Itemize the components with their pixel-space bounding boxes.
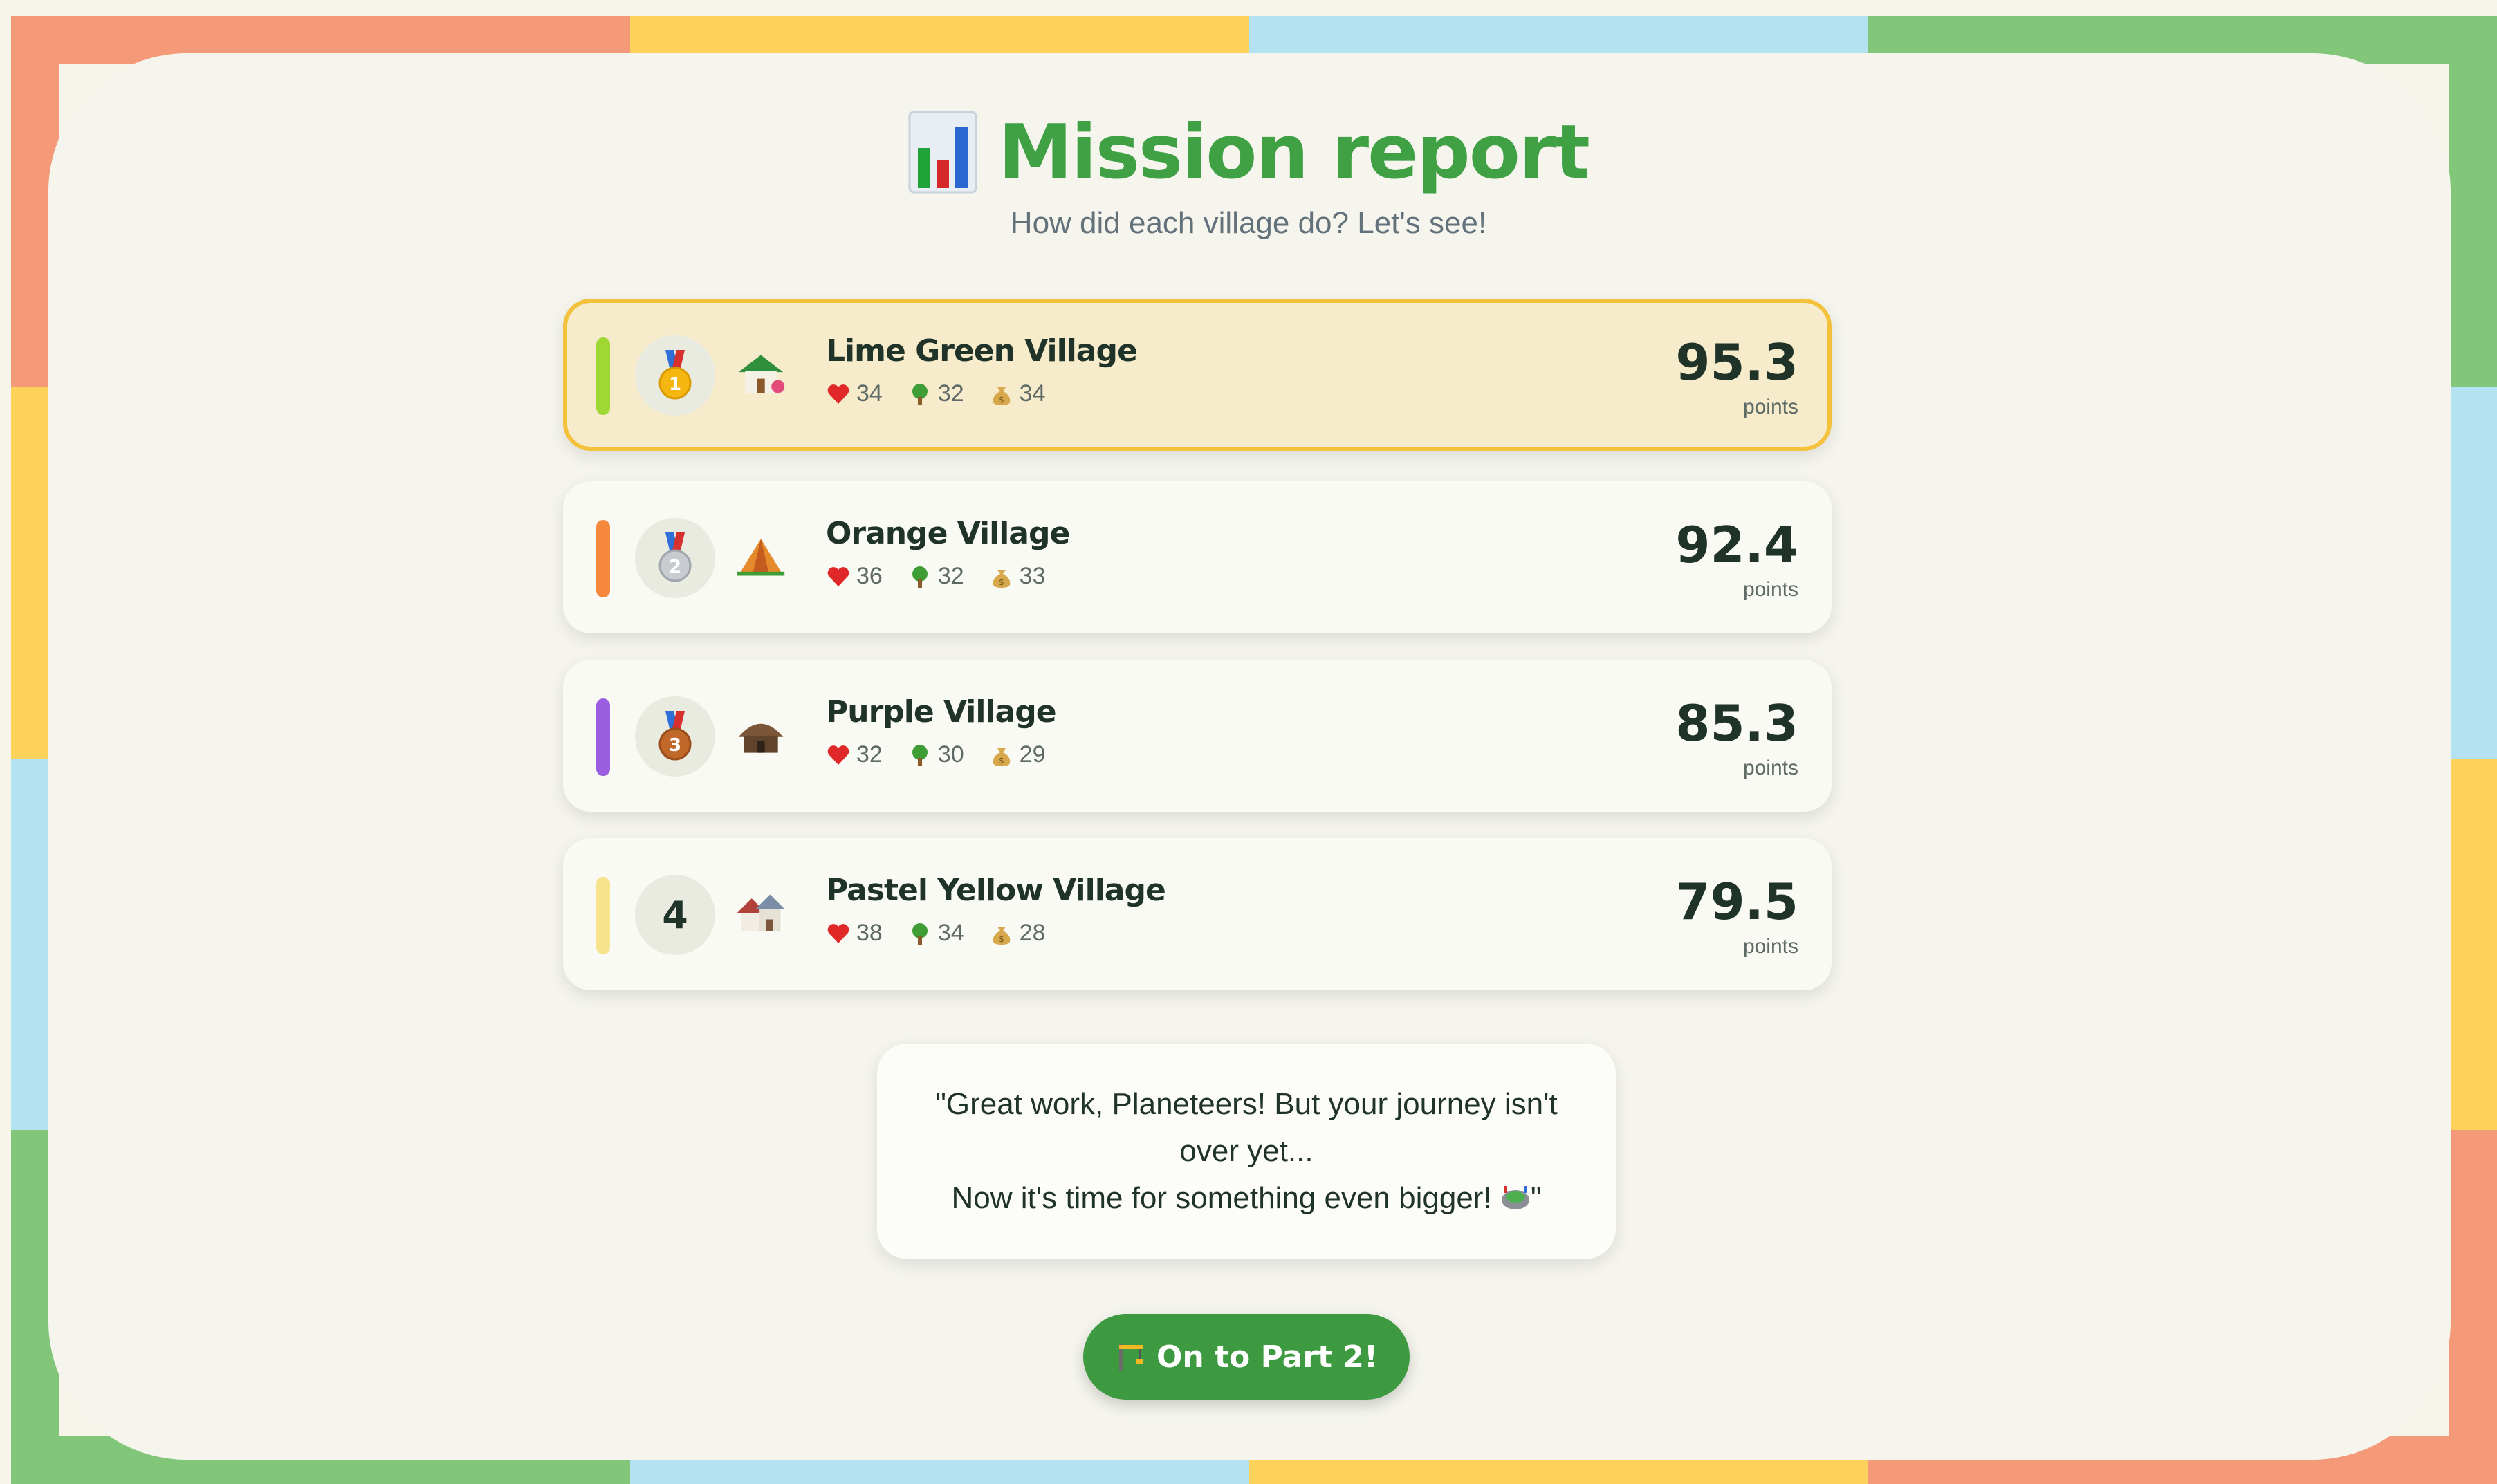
- village-color-bar: [596, 337, 610, 415]
- hearts-stat: 34: [826, 380, 883, 407]
- heart-icon: [827, 566, 849, 586]
- quote-end-mark: ": [1530, 1181, 1542, 1215]
- village-name: Pastel Yellow Village: [826, 873, 1166, 908]
- money-bag-icon: $: [993, 748, 1010, 766]
- next-part-label: On to Part 2!: [1156, 1339, 1379, 1375]
- village-stats: 38 34 $ 28: [826, 920, 1045, 947]
- svg-text:$: $: [999, 934, 1004, 944]
- village-color-bar: [596, 698, 610, 776]
- svg-text:$: $: [999, 756, 1004, 766]
- village-name: Purple Village: [826, 694, 1057, 730]
- quote-line-2: Now it's time for something even bigger!…: [951, 1175, 1541, 1222]
- rank-badge: 4: [635, 875, 715, 955]
- tent-icon: [737, 539, 785, 576]
- hearts-value: 34: [856, 380, 883, 407]
- village-score: 85.3: [1675, 694, 1798, 752]
- village-score: 79.5: [1675, 873, 1798, 931]
- rank-badge: 1: [635, 335, 715, 416]
- trees-stat: 34: [907, 920, 964, 947]
- hut-icon: [738, 723, 784, 753]
- stadium-icon: [1501, 1186, 1529, 1209]
- svg-text:$: $: [999, 577, 1004, 587]
- money-stat: $ 28: [989, 920, 1046, 947]
- village-stats: 36 32 $ 33: [826, 563, 1045, 590]
- hearts-stat: 38: [826, 920, 883, 947]
- hearts-value: 32: [856, 741, 883, 768]
- next-part-button[interactable]: On to Part 2!: [1083, 1314, 1410, 1400]
- houses-icon: [737, 894, 785, 931]
- rank-badge: 2: [635, 518, 715, 598]
- quote-line-2-text: Now it's time for something even bigger!: [951, 1181, 1492, 1215]
- hearts-value: 36: [856, 563, 883, 589]
- svg-text:3: 3: [669, 735, 681, 756]
- svg-text:2: 2: [669, 557, 681, 577]
- village-name: Lime Green Village: [826, 333, 1138, 369]
- heart-icon: [827, 923, 849, 943]
- tree-icon: [912, 566, 928, 588]
- trees-stat: 32: [907, 563, 964, 590]
- village-color-bar: [596, 520, 610, 597]
- frame-segment: [2449, 1130, 2497, 1484]
- quote-line-1: "Great work, Planeteers! But your journe…: [935, 1087, 1558, 1168]
- trees-value: 32: [937, 563, 964, 589]
- gold-medal-icon: 1: [658, 350, 692, 400]
- money-value: 33: [1019, 563, 1046, 589]
- rank-number: 4: [662, 893, 688, 937]
- tree-icon: [912, 383, 928, 405]
- score-unit: points: [1742, 757, 1798, 779]
- village-row-4: 4 Pastel Yellow Village 38 34 $ 28 79.5 …: [563, 838, 1832, 990]
- trees-value: 32: [937, 380, 964, 407]
- village-color-bar: [596, 877, 610, 954]
- village-stats: 34 32 $ 34: [826, 380, 1045, 407]
- frame-segment: [2449, 759, 2497, 1130]
- heart-icon: [827, 745, 849, 765]
- village-row-1: 1 Lime Green Village 34 32 $ 34 95.3 poi…: [563, 299, 1832, 451]
- village-stats: 32 30 $ 29: [826, 741, 1045, 768]
- village-row-3: 3 Purple Village 32 30 $ 29 85.3 points: [563, 660, 1832, 812]
- money-value: 28: [1019, 920, 1046, 946]
- svg-text:$: $: [999, 395, 1004, 405]
- money-stat: $ 33: [989, 563, 1046, 590]
- trees-value: 30: [937, 741, 964, 768]
- trees-value: 34: [937, 920, 964, 946]
- hearts-value: 38: [856, 920, 883, 946]
- money-stat: $ 34: [989, 380, 1046, 407]
- village-score: 92.4: [1675, 516, 1798, 574]
- page-title: Mission report: [0, 97, 2497, 207]
- svg-text:1: 1: [669, 374, 681, 395]
- rank-badge: 3: [635, 696, 715, 777]
- village-score: 95.3: [1675, 333, 1798, 391]
- construction-icon: [1118, 1344, 1143, 1371]
- quote-box: "Great work, Planeteers! But your journe…: [877, 1044, 1616, 1259]
- money-bag-icon: $: [993, 387, 1010, 405]
- heart-icon: [827, 384, 849, 404]
- score-unit: points: [1742, 396, 1798, 418]
- bar-chart-icon: [908, 111, 977, 194]
- score-unit: points: [1742, 578, 1798, 601]
- tree-icon: [912, 744, 928, 766]
- frame-segment: [2449, 387, 2497, 759]
- village-row-2: 2 Orange Village 36 32 $ 33 92.4 points: [563, 481, 1832, 633]
- money-bag-icon: $: [993, 569, 1010, 588]
- money-stat: $ 29: [989, 741, 1046, 768]
- score-unit: points: [1742, 935, 1798, 958]
- hearts-stat: 32: [826, 741, 883, 768]
- trees-stat: 30: [907, 741, 964, 768]
- money-value: 29: [1019, 741, 1046, 768]
- silver-medal-icon: 2: [658, 532, 692, 582]
- money-value: 34: [1019, 380, 1046, 407]
- bronze-medal-icon: 3: [658, 711, 692, 761]
- title-text: Mission report: [998, 109, 1590, 196]
- trees-stat: 32: [907, 380, 964, 407]
- money-bag-icon: $: [993, 926, 1010, 945]
- house-with-garden-icon: [738, 355, 785, 393]
- hearts-stat: 36: [826, 563, 883, 590]
- village-name: Orange Village: [826, 516, 1070, 551]
- page-subtitle: How did each village do? Let's see!: [1010, 206, 1487, 240]
- tree-icon: [912, 922, 928, 945]
